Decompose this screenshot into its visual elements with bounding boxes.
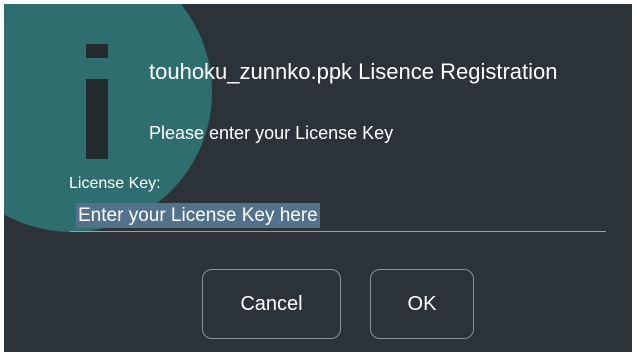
dialog-title: touhoku_zunnko.ppk Lisence Registration (149, 59, 558, 84)
info-i-dot (86, 44, 108, 58)
ok-button[interactable]: OK (370, 269, 474, 339)
info-i-stem (86, 79, 108, 159)
license-key-input[interactable] (70, 200, 606, 232)
license-registration-dialog: touhoku_zunnko.ppk Lisence Registration … (4, 4, 632, 352)
info-i-glyph (86, 44, 108, 159)
info-icon (4, 4, 212, 232)
dialog-prompt: Please enter your License Key (149, 123, 394, 143)
cancel-button[interactable]: Cancel (202, 269, 341, 339)
license-key-label: License Key: (69, 175, 161, 192)
